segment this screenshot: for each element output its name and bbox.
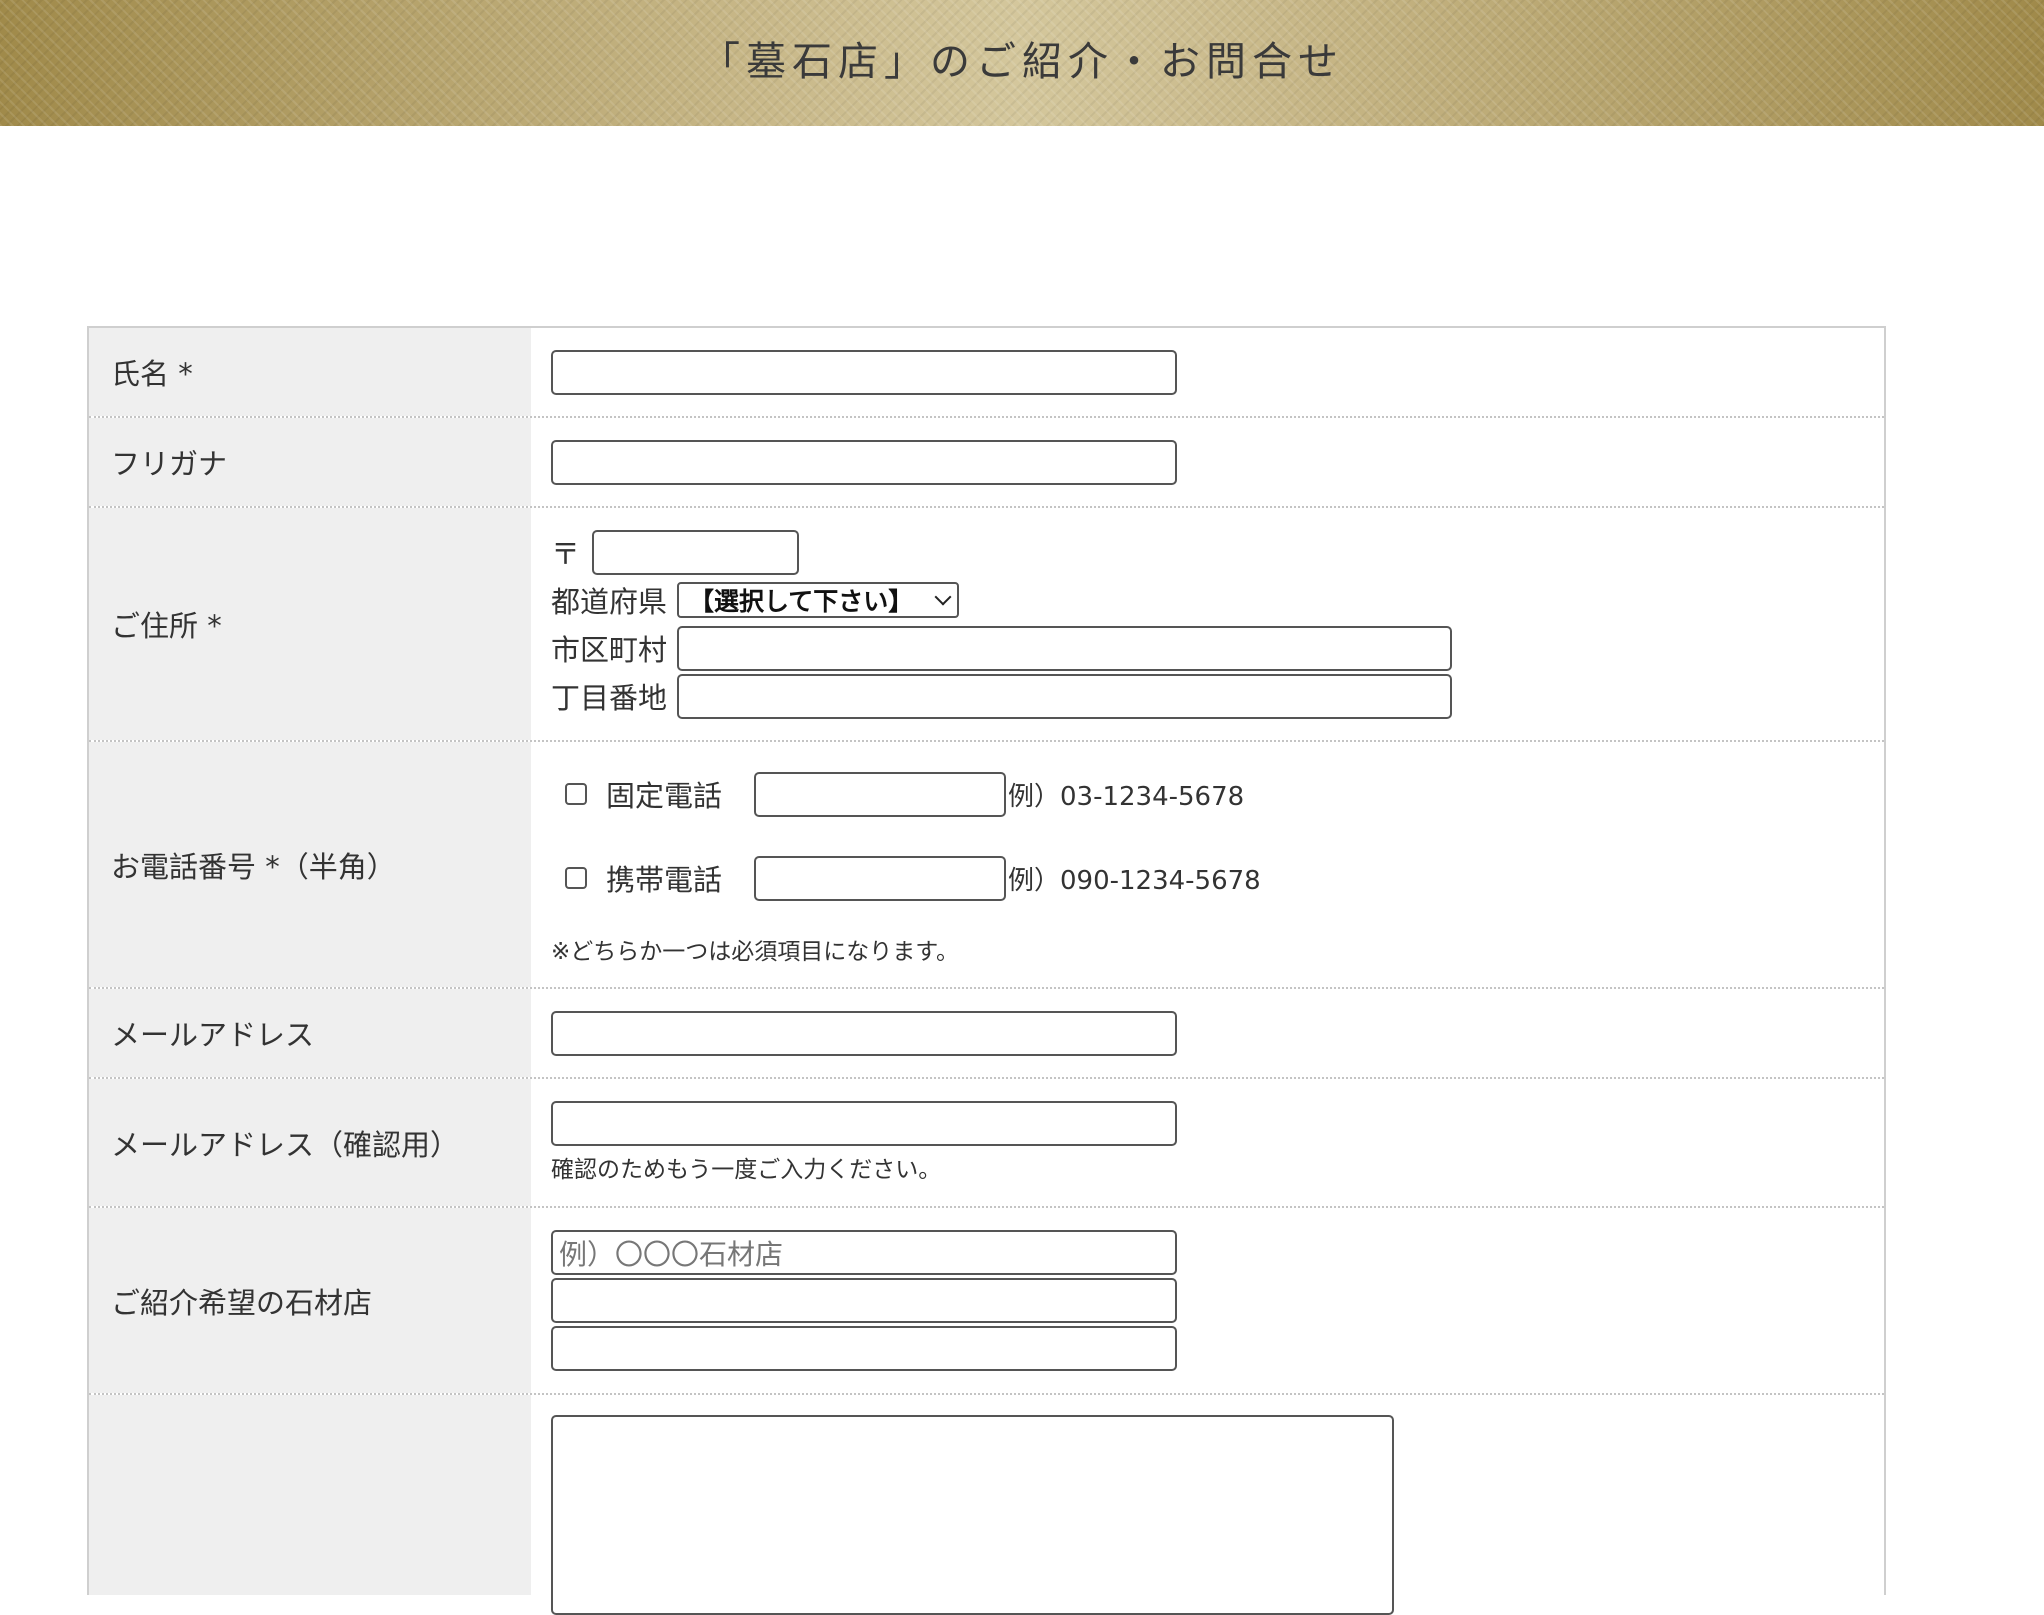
email-confirm-input[interactable] xyxy=(551,1101,1177,1146)
form-row-message xyxy=(89,1395,1884,1615)
address-label: ご住所 * xyxy=(89,508,531,740)
prefecture-line: 都道府県 【選択して下さい】 xyxy=(551,576,1884,624)
message-textarea[interactable] xyxy=(551,1415,1394,1615)
city-line: 市区町村 xyxy=(551,624,1884,672)
page-title: 「墓石店」のご紹介・お問合せ xyxy=(700,39,1344,85)
mobile-line: 携帯電話 例）090-1234-5678 xyxy=(551,836,1884,920)
email-confirm-label: メールアドレス（確認用） xyxy=(89,1079,531,1206)
shop-label: ご紹介希望の石材店 xyxy=(89,1208,531,1393)
email-confirm-cell: 確認のためもう一度ご入力ください。 xyxy=(531,1079,1884,1206)
postal-code-input[interactable] xyxy=(592,529,800,575)
prefecture-select[interactable]: 【選択して下さい】 xyxy=(677,582,960,618)
form-row-name: 氏名 * xyxy=(89,328,1884,418)
landline-line: 固定電話 例）03-1234-5678 xyxy=(551,752,1884,836)
address-cell: 〒 都道府県 【選択して下さい】 市区町村 丁目番地 xyxy=(531,508,1884,740)
email-input[interactable] xyxy=(551,1011,1177,1056)
shop-input-3[interactable] xyxy=(551,1326,1177,1371)
furigana-label: フリガナ xyxy=(89,418,531,506)
shop-placeholder: 例）〇〇〇石材店 xyxy=(559,1237,784,1271)
email-cell xyxy=(531,989,1884,1077)
street-input[interactable] xyxy=(677,673,1453,719)
name-input[interactable] xyxy=(551,350,1177,395)
mobile-label: 携帯電話 xyxy=(606,863,723,897)
furigana-cell xyxy=(531,418,1884,506)
furigana-input[interactable] xyxy=(551,440,1177,485)
contact-form: 氏名 * フリガナ ご住所 * 〒 都道府県 【選択して下さい】 市区町村 丁目… xyxy=(87,326,1886,1615)
landline-example: 例）03-1234-5678 xyxy=(1008,781,1245,812)
postal-line: 〒 xyxy=(551,528,1884,576)
message-label xyxy=(89,1395,531,1595)
form-row-address: ご住所 * 〒 都道府県 【選択して下さい】 市区町村 丁目番地 xyxy=(89,508,1884,742)
message-cell xyxy=(531,1395,1884,1615)
form-row-furigana: フリガナ xyxy=(89,418,1884,508)
phone-required-note: ※どちらか一つは必須項目になります。 xyxy=(551,939,959,965)
landline-label: 固定電話 xyxy=(606,779,723,813)
name-label: 氏名 * xyxy=(89,328,531,416)
street-label: 丁目番地 xyxy=(551,681,668,715)
email-confirm-note: 確認のためもう一度ご入力ください。 xyxy=(551,1157,942,1183)
form-row-phone: お電話番号 *（半角） 固定電話 例）03-1234-5678 携帯電話 例）0… xyxy=(89,742,1884,989)
page-header: 「墓石店」のご紹介・お問合せ xyxy=(0,0,2044,126)
mobile-example: 例）090-1234-5678 xyxy=(1008,865,1261,896)
name-cell xyxy=(531,328,1884,416)
shop-input-1[interactable]: 例）〇〇〇石材店 xyxy=(551,1230,1177,1275)
landline-input[interactable] xyxy=(754,771,1006,817)
email-label: メールアドレス xyxy=(89,989,531,1077)
prefecture-label: 都道府県 xyxy=(551,585,668,619)
street-line: 丁目番地 xyxy=(551,672,1884,720)
form-row-shop: ご紹介希望の石材店 例）〇〇〇石材店 xyxy=(89,1208,1884,1395)
city-label: 市区町村 xyxy=(551,633,668,667)
postal-mark: 〒 xyxy=(551,537,581,571)
form-row-email: メールアドレス xyxy=(89,989,1884,1079)
mobile-input[interactable] xyxy=(754,855,1006,901)
landline-checkbox[interactable] xyxy=(565,783,587,805)
phone-label: お電話番号 *（半角） xyxy=(89,742,531,987)
form-row-email-confirm: メールアドレス（確認用） 確認のためもう一度ご入力ください。 xyxy=(89,1079,1884,1208)
city-input[interactable] xyxy=(677,625,1453,671)
shop-input-2[interactable] xyxy=(551,1278,1177,1323)
mobile-checkbox[interactable] xyxy=(565,867,587,889)
chevron-down-icon xyxy=(934,588,952,606)
prefecture-selected-value: 【選択して下さい】 xyxy=(689,587,914,616)
shop-cell: 例）〇〇〇石材店 xyxy=(531,1208,1884,1393)
phone-cell: 固定電話 例）03-1234-5678 携帯電話 例）090-1234-5678… xyxy=(531,742,1884,987)
